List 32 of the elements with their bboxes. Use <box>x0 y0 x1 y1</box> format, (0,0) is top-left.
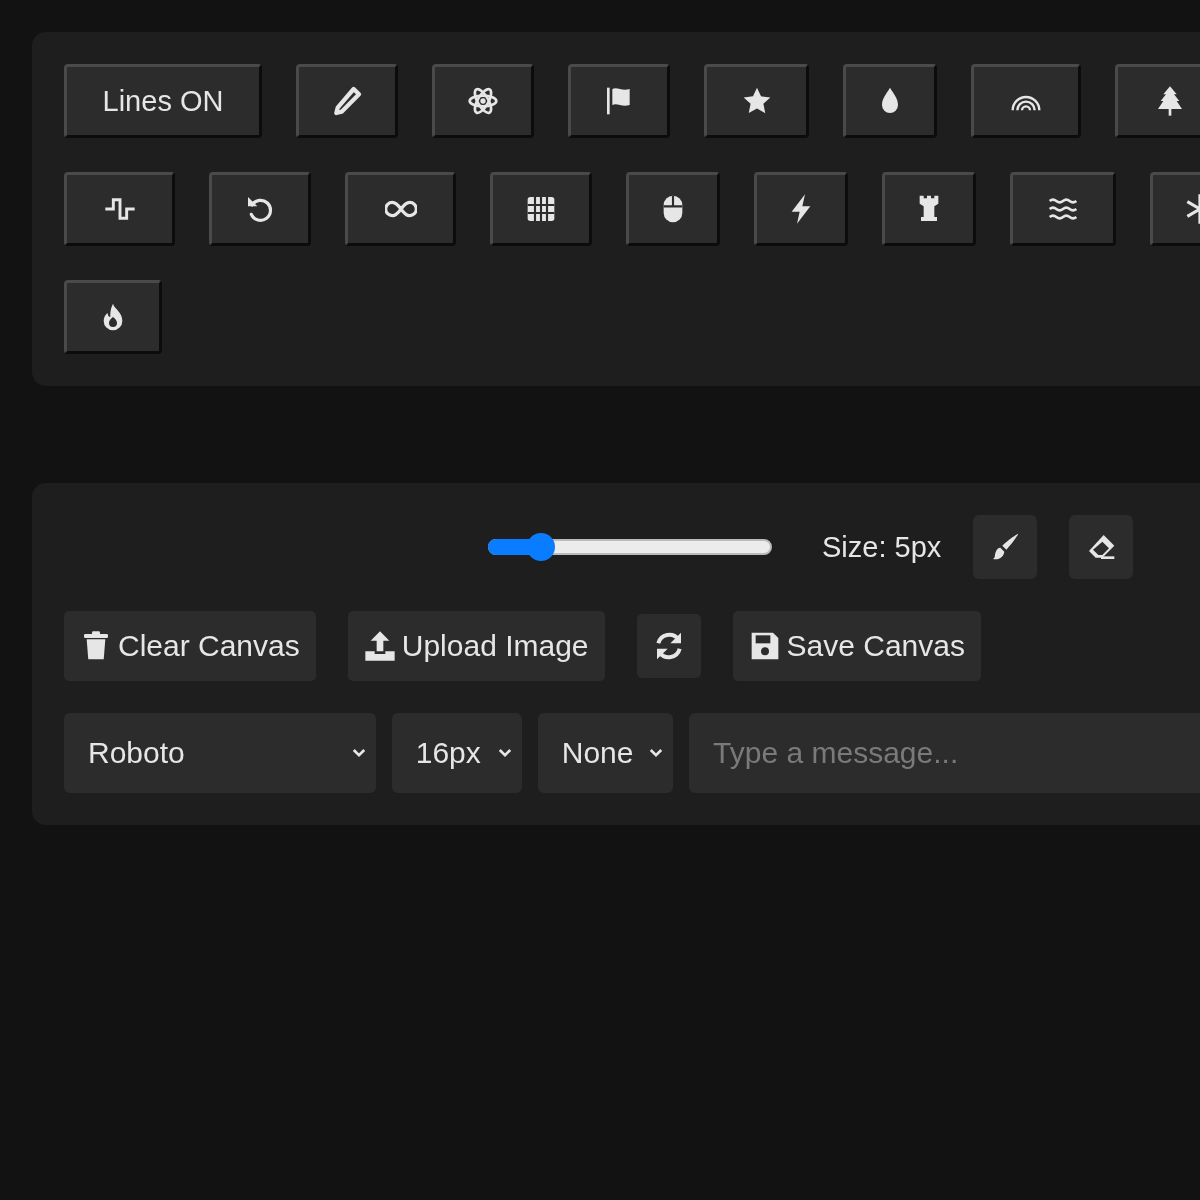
brush-button[interactable] <box>973 515 1038 579</box>
message-input[interactable]: Type a message... <box>689 713 1200 793</box>
tool-button[interactable] <box>568 64 670 138</box>
tool-button[interactable] <box>754 172 848 246</box>
tool-button[interactable] <box>432 64 534 138</box>
tool-button[interactable] <box>64 280 162 354</box>
tool-button[interactable] <box>843 64 937 138</box>
pencil-icon <box>331 85 363 117</box>
refresh-button[interactable] <box>636 614 701 678</box>
lines-toggle-button[interactable]: Lines ON <box>64 64 262 138</box>
tool-button[interactable] <box>971 64 1081 138</box>
tool-button[interactable] <box>1115 64 1200 138</box>
tool-button[interactable] <box>882 172 976 246</box>
upload-icon <box>363 630 396 662</box>
upload-image-button[interactable]: Upload Image <box>347 611 605 681</box>
tool-button[interactable] <box>1010 172 1116 246</box>
tool-button[interactable] <box>626 172 720 246</box>
tool-button[interactable] <box>490 172 592 246</box>
font-select[interactable]: Roboto <box>64 713 376 793</box>
tool-button[interactable] <box>209 172 311 246</box>
tool-button[interactable] <box>345 172 456 246</box>
tool-button[interactable] <box>704 64 809 138</box>
size-label: Size: 5px <box>822 530 942 564</box>
atom-icon <box>467 85 499 117</box>
tool-button[interactable] <box>64 172 175 246</box>
tool-button[interactable] <box>296 64 398 138</box>
eraser-button[interactable] <box>1069 515 1134 579</box>
clear-canvas-button[interactable]: Clear Canvas <box>64 611 316 681</box>
style-select[interactable]: None <box>537 713 674 793</box>
save-canvas-button[interactable]: Save Canvas <box>732 611 981 681</box>
slider-thumb[interactable] <box>527 533 556 561</box>
font-size-select[interactable]: 16px <box>391 713 522 793</box>
